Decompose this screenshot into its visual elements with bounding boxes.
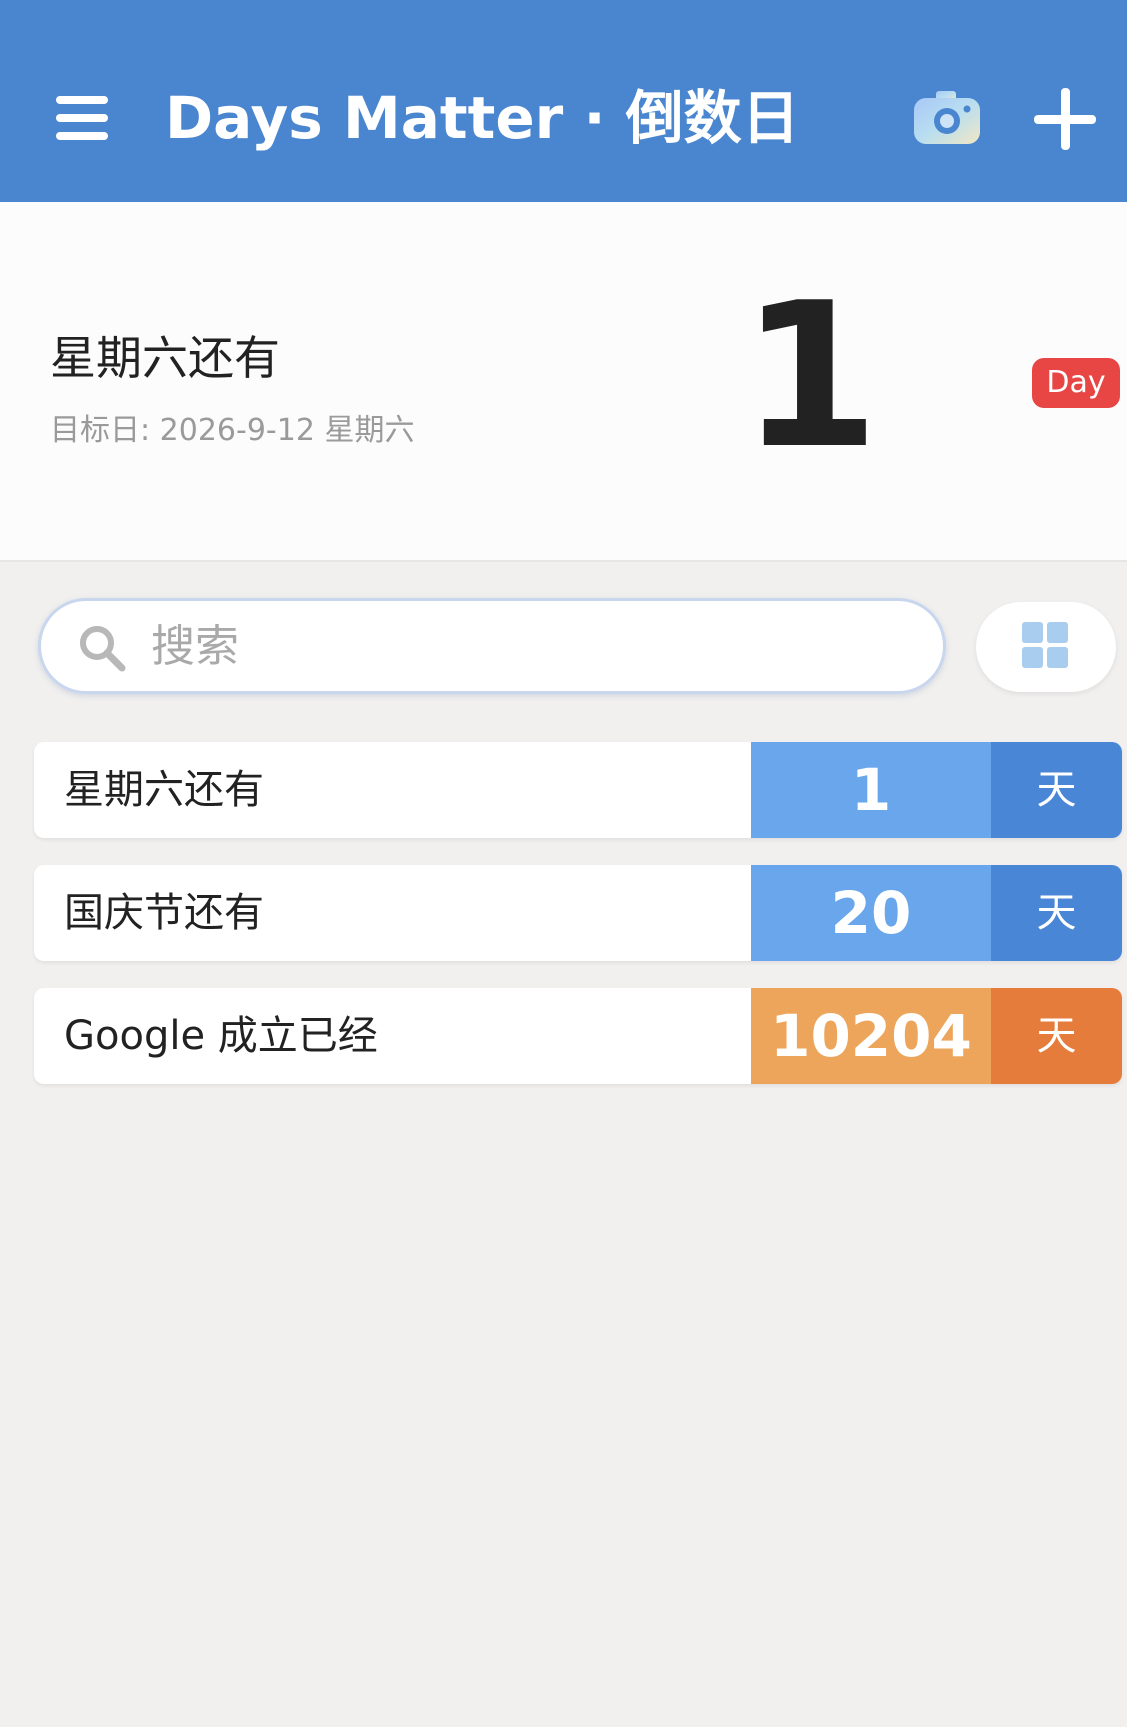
event-title: 星期六还有 [64,767,264,813]
add-button[interactable] [1034,88,1096,150]
app-title: Days Matter · 倒数日 [165,84,800,152]
search-bar[interactable] [38,598,946,694]
event-title: Google 成立已经 [64,1013,378,1059]
app-root: Days Matter · 倒数日 星期六还有 目标日: 2026-9-12 星… [0,0,1127,1727]
grid-view-button[interactable] [976,602,1116,692]
featured-target-date: 目标日: 2026-9-12 星期六 [50,413,415,448]
featured-event-title: 星期六还有 [50,331,280,385]
search-input[interactable] [151,601,911,691]
event-title: 国庆节还有 [64,890,264,936]
day-unit-badge: Day [1032,358,1120,408]
grid-icon [1022,622,1070,670]
featured-event-card[interactable]: 星期六还有 目标日: 2026-9-12 星期六 1 Day [0,202,1127,562]
list-item[interactable]: Google 成立已经 10204 天 [34,988,1122,1084]
search-icon [80,626,126,672]
event-day-count: 20 [751,865,991,961]
event-list: 星期六还有 1 天 国庆节还有 20 天 Google 成立已经 10204 天 [34,742,1122,1111]
top-app-bar: Days Matter · 倒数日 [0,0,1127,202]
event-day-unit: 天 [991,742,1122,838]
menu-icon[interactable] [56,92,108,142]
list-item[interactable]: 星期六还有 1 天 [34,742,1122,838]
event-day-count: 1 [751,742,991,838]
event-day-unit: 天 [991,988,1122,1084]
event-day-count: 10204 [751,988,991,1084]
event-day-unit: 天 [991,865,1122,961]
featured-day-count: 1 [740,260,880,493]
camera-icon[interactable] [912,88,982,148]
list-item[interactable]: 国庆节还有 20 天 [34,865,1122,961]
